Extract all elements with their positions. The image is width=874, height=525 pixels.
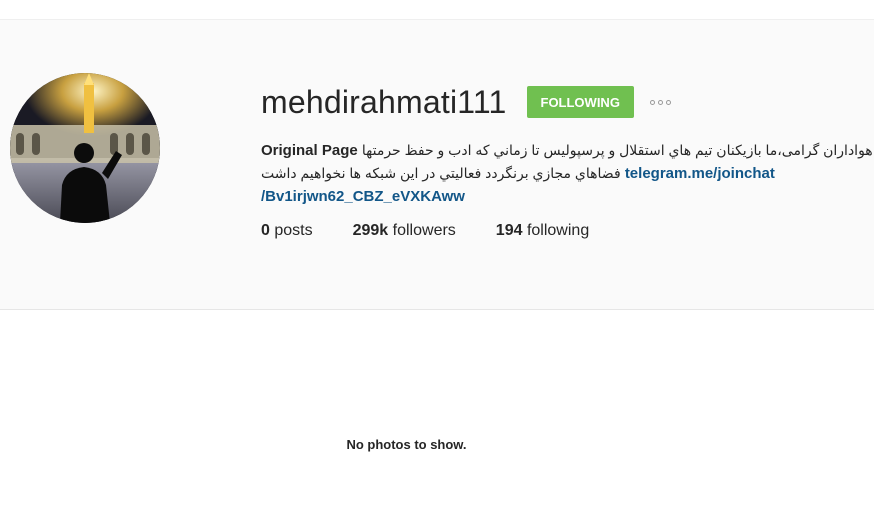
dot-icon (657, 99, 663, 105)
bio-line-2: فضاهاي مجازي برنگردد فعاليتي در اين شبكه… (261, 162, 873, 185)
dot-icon (649, 99, 655, 105)
following-button[interactable]: FOLLOWING (526, 86, 634, 118)
bio-text-line-1: به هواداران گرامی،ما بازیکنان تیم هاي اس… (361, 142, 874, 158)
following-label: following (526, 222, 590, 239)
posts-label: posts (274, 222, 313, 239)
following-count: 194 (495, 222, 523, 239)
profile-header: mehdirahmati111 FOLLOWING Original Page … (0, 20, 874, 310)
top-bar (0, 0, 874, 20)
bio-line-3: /Bv1irjwn62_CBZ_eVXKAww (261, 185, 873, 208)
bio-text-line-2: فضاهاي مجازي برنگردد فعاليتي در اين شبكه… (261, 165, 621, 181)
following-stat[interactable]: 194 following (496, 222, 589, 240)
bio-link[interactable]: telegram.me/joinchat (625, 165, 775, 182)
dot-icon (665, 99, 671, 105)
username: mehdirahmati111 (261, 84, 507, 120)
profile-info: mehdirahmati111 FOLLOWING Original Page … (261, 80, 874, 240)
bio-link-continued[interactable]: /Bv1irjwn62_CBZ_eVXKAww (261, 188, 465, 205)
bio-line-1: Original Page به هواداران گرامی،ما بازیک… (261, 139, 874, 162)
profile-bio: Original Page به هواداران گرامی،ما بازیک… (261, 139, 874, 208)
more-options-icon[interactable] (649, 92, 671, 112)
followers-stat[interactable]: 299k followers (353, 222, 456, 240)
avatar-photo-icon (10, 73, 160, 223)
posts-stat: 0 posts (261, 222, 313, 240)
bio-title: Original Page (261, 142, 358, 159)
posts-count: 0 (261, 222, 270, 239)
profile-title-row: mehdirahmati111 FOLLOWING (261, 80, 874, 124)
profile-stats: 0 posts 299k followers 194 following (261, 222, 874, 240)
followers-count: 299k (352, 222, 389, 239)
empty-photos-message: No photos to show. (346, 437, 467, 452)
profile-avatar[interactable] (10, 73, 160, 223)
followers-label: followers (392, 222, 456, 239)
